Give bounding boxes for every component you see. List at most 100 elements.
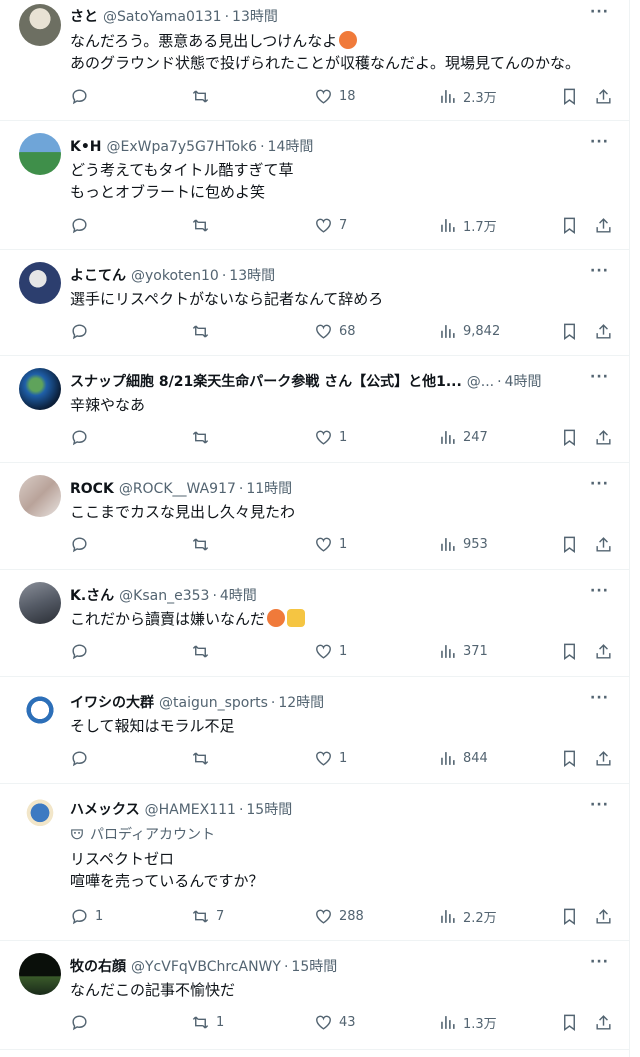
avatar[interactable] xyxy=(19,133,61,175)
timestamp[interactable]: 13時間 xyxy=(232,6,278,26)
timestamp[interactable]: 4時間 xyxy=(505,371,542,391)
more-options-icon[interactable]: ··· xyxy=(590,134,609,150)
share-button[interactable] xyxy=(594,749,613,768)
more-options-icon[interactable]: ··· xyxy=(590,476,609,492)
retweet-button[interactable] xyxy=(191,749,216,768)
views-button[interactable]: 953 xyxy=(438,535,488,554)
tweet[interactable]: イワシの大群 @taigun_sports · 12時間 ··· そして報知はモ… xyxy=(0,677,629,784)
reply-button[interactable] xyxy=(70,428,95,447)
user-handle[interactable]: @yokoten10 xyxy=(131,268,219,284)
avatar[interactable] xyxy=(19,689,61,731)
display-name[interactable]: さと xyxy=(70,6,98,26)
reply-button[interactable] xyxy=(70,322,95,341)
bookmark-button[interactable] xyxy=(560,1013,579,1032)
timestamp[interactable]: 14時間 xyxy=(268,136,314,156)
views-button[interactable]: 2.3万 xyxy=(438,87,497,106)
user-handle[interactable]: @Ksan_e353 xyxy=(119,588,209,604)
retweet-button[interactable] xyxy=(191,428,216,447)
share-button[interactable] xyxy=(594,1013,613,1032)
views-button[interactable]: 1.3万 xyxy=(438,1013,497,1032)
share-button[interactable] xyxy=(594,428,613,447)
tweet[interactable]: ROCK @ROCK__WA917 · 11時間 ··· ここまでカスな見出し久… xyxy=(0,463,629,570)
avatar[interactable] xyxy=(19,4,61,46)
avatar[interactable] xyxy=(19,368,61,410)
share-button[interactable] xyxy=(594,907,613,926)
display-name[interactable]: ハメックス xyxy=(70,799,140,819)
share-button[interactable] xyxy=(594,322,613,341)
views-button[interactable]: 844 xyxy=(438,749,488,768)
bookmark-button[interactable] xyxy=(560,428,579,447)
views-button[interactable]: 371 xyxy=(438,642,488,661)
more-options-icon[interactable]: ··· xyxy=(590,369,609,385)
share-button[interactable] xyxy=(594,87,613,106)
display-name[interactable]: ROCK xyxy=(70,481,114,497)
like-button[interactable]: 18 xyxy=(314,87,356,106)
bookmark-button[interactable] xyxy=(560,87,579,106)
bookmark-button[interactable] xyxy=(560,535,579,554)
tweet[interactable]: スナップ細胞 8/21楽天生命パーク参戦 さん【公式】と他1... @... ·… xyxy=(0,356,629,463)
like-button[interactable]: 1 xyxy=(314,535,347,554)
bookmark-button[interactable] xyxy=(560,216,579,235)
timestamp[interactable]: 12時間 xyxy=(278,692,324,712)
retweet-button[interactable] xyxy=(191,216,216,235)
user-handle[interactable]: @ExWpa7y5G7HTok6 xyxy=(107,139,258,155)
reply-button[interactable]: 1 xyxy=(70,907,103,926)
retweet-button[interactable] xyxy=(191,322,216,341)
retweet-button[interactable]: 7 xyxy=(191,907,224,926)
like-button[interactable]: 7 xyxy=(314,216,347,235)
bookmark-button[interactable] xyxy=(560,322,579,341)
like-button[interactable]: 68 xyxy=(314,322,356,341)
tweet[interactable]: ハメックス @HAMEX111 · 15時間 ··· パロディアカウント リスペ… xyxy=(0,784,629,941)
bookmark-button[interactable] xyxy=(560,642,579,661)
avatar[interactable] xyxy=(19,475,61,517)
avatar[interactable] xyxy=(19,796,61,838)
avatar[interactable] xyxy=(19,262,61,304)
user-handle[interactable]: @YcVFqVBChrcANWY xyxy=(131,959,281,975)
user-handle[interactable]: @HAMEX111 xyxy=(145,802,236,818)
timestamp[interactable]: 4時間 xyxy=(220,585,257,605)
reply-button[interactable] xyxy=(70,87,95,106)
display-name[interactable]: よこてん xyxy=(70,265,126,285)
display-name[interactable]: K•H xyxy=(70,139,102,155)
reply-button[interactable] xyxy=(70,535,95,554)
views-button[interactable]: 247 xyxy=(438,428,488,447)
avatar[interactable] xyxy=(19,953,61,995)
tweet[interactable]: 牧の右顔 @YcVFqVBChrcANWY · 15時間 ··· なんだこの記事… xyxy=(0,941,629,1050)
user-handle[interactable]: @SatoYama0131 xyxy=(103,9,222,25)
tweet[interactable]: よこてん @yokoten10 · 13時間 ··· 選手にリスペクトがないなら… xyxy=(0,250,629,356)
share-button[interactable] xyxy=(594,535,613,554)
more-options-icon[interactable]: ··· xyxy=(590,954,609,970)
avatar[interactable] xyxy=(19,582,61,624)
display-name[interactable]: 牧の右顔 xyxy=(70,956,126,976)
display-name[interactable]: K.さん xyxy=(70,585,114,605)
views-button[interactable]: 1.7万 xyxy=(438,216,497,235)
reply-button[interactable] xyxy=(70,1013,95,1032)
like-button[interactable]: 43 xyxy=(314,1013,356,1032)
more-options-icon[interactable]: ··· xyxy=(590,797,609,813)
like-button[interactable]: 288 xyxy=(314,907,364,926)
retweet-button[interactable] xyxy=(191,87,216,106)
reply-button[interactable] xyxy=(70,216,95,235)
views-button[interactable]: 2.2万 xyxy=(438,907,497,926)
share-button[interactable] xyxy=(594,216,613,235)
reply-button[interactable] xyxy=(70,642,95,661)
share-button[interactable] xyxy=(594,642,613,661)
bookmark-button[interactable] xyxy=(560,907,579,926)
more-options-icon[interactable]: ··· xyxy=(590,4,609,20)
tweet[interactable]: さと @SatoYama0131 · 13時間 ··· なんだろう。悪意ある見出… xyxy=(0,0,629,121)
like-button[interactable]: 1 xyxy=(314,428,347,447)
timestamp[interactable]: 13時間 xyxy=(229,265,275,285)
like-button[interactable]: 1 xyxy=(314,749,347,768)
more-options-icon[interactable]: ··· xyxy=(590,690,609,706)
user-handle[interactable]: @ROCK__WA917 xyxy=(119,481,236,497)
retweet-button[interactable] xyxy=(191,535,216,554)
more-options-icon[interactable]: ··· xyxy=(590,263,609,279)
user-handle[interactable]: @... xyxy=(467,374,494,390)
bookmark-button[interactable] xyxy=(560,749,579,768)
reply-button[interactable] xyxy=(70,749,95,768)
user-handle[interactable]: @taigun_sports xyxy=(159,695,268,711)
more-options-icon[interactable]: ··· xyxy=(590,583,609,599)
display-name[interactable]: イワシの大群 xyxy=(70,692,154,712)
timestamp[interactable]: 11時間 xyxy=(246,478,292,498)
retweet-button[interactable]: 1 xyxy=(191,1013,224,1032)
